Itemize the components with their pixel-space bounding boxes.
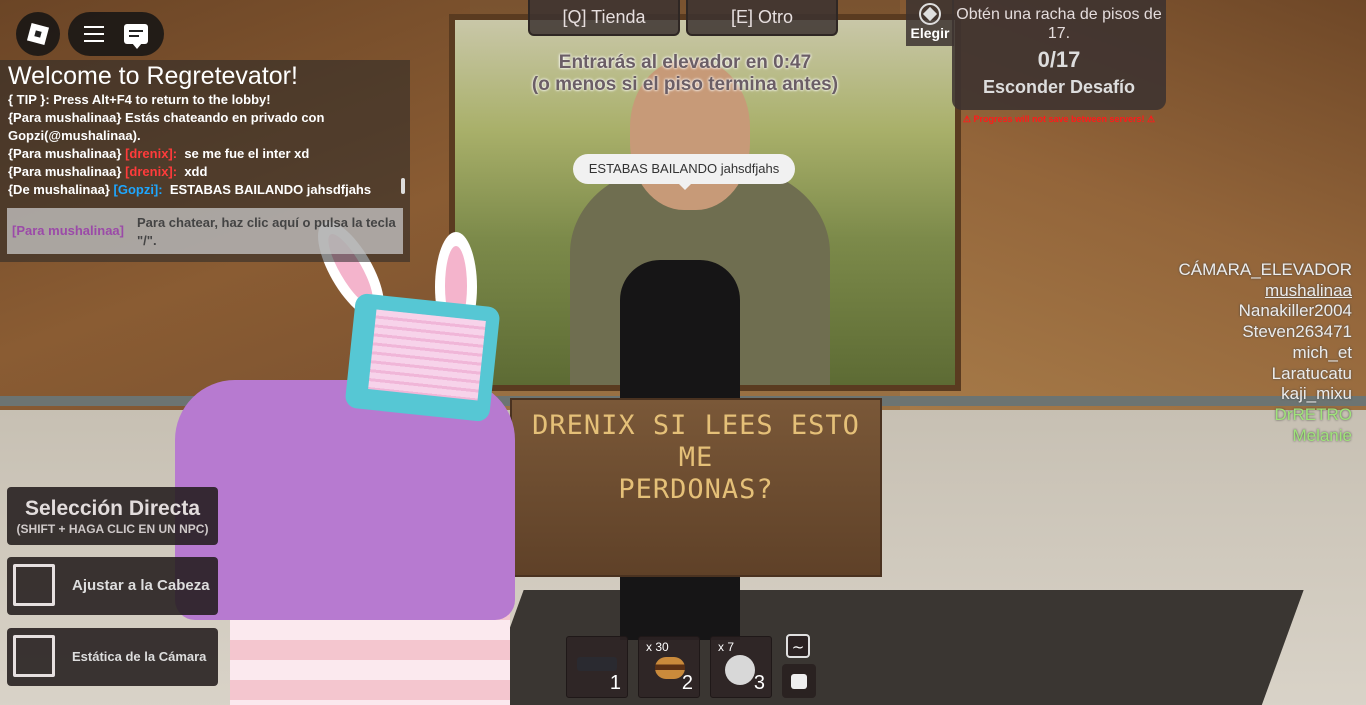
- hotbar-slot-1[interactable]: 1: [566, 636, 628, 698]
- roblox-menu-button[interactable]: [16, 12, 60, 56]
- moon-orb-icon: [725, 655, 755, 685]
- hide-challenge-button[interactable]: Esconder Desafío: [952, 77, 1166, 98]
- chat-scrollbar[interactable]: [401, 178, 405, 194]
- slot-number: 3: [753, 672, 765, 694]
- chat-messages: { TIP }: Press Alt+F4 to return to the l…: [8, 91, 400, 199]
- slot-number: 2: [681, 672, 693, 694]
- hamburger-menu-icon[interactable]: [84, 26, 104, 42]
- camera-static-checkbox[interactable]: [13, 635, 55, 677]
- chat-bubble: ESTABAS BAILANDO jahsdfjahs: [573, 154, 795, 190]
- chat-toggle-icon[interactable]: [124, 24, 148, 49]
- player-list-item[interactable]: kaji_mixu: [1178, 384, 1352, 405]
- chat-message: {Para mushalinaa} [drenix]: xdd: [8, 164, 208, 179]
- hotbar-slot-3[interactable]: x 7 3: [710, 636, 772, 698]
- roblox-logo-icon: [26, 22, 50, 46]
- player-list: CÁMARA_ELEVADOR mushalinaa Nanakiller200…: [1178, 260, 1352, 446]
- direct-select-panel[interactable]: Selección Directa (SHIFT + HAGA CLIC EN …: [7, 487, 218, 545]
- chat-window: Welcome to Regretevator! { TIP }: Press …: [0, 60, 410, 262]
- hotbar-slot-2[interactable]: x 30 2: [638, 636, 700, 698]
- chat-whisper-target: [Para mushalinaa]: [12, 223, 124, 238]
- head-snap-checkbox[interactable]: [13, 564, 55, 606]
- avatar-face-screen: [368, 309, 486, 401]
- wooden-sign: DRENIX SI LEES ESTO ME PERDONAS?: [510, 398, 882, 577]
- elevator-timer-line: Entrarás al elevador en 0:47: [558, 52, 812, 73]
- gun-icon: [577, 657, 617, 671]
- item-count: x 30: [646, 640, 669, 654]
- head-snap-option[interactable]: Ajustar a la Cabeza: [7, 557, 218, 615]
- chat-message: {De mushalinaa} [Gopzi]: ESTABAS BAILAND…: [8, 182, 372, 197]
- player-list-item[interactable]: mich_et: [1178, 343, 1352, 364]
- chat-input-placeholder: Para chatear, haz clic aquí o pulsa la t…: [137, 215, 396, 248]
- backpack-icon[interactable]: [782, 664, 816, 698]
- challenge-progress: 0/17: [1037, 47, 1081, 72]
- chat-input[interactable]: [Para mushalinaa] Para chatear, haz clic…: [7, 208, 403, 254]
- other-tab-button[interactable]: [E] Otro: [686, 0, 838, 36]
- challenge-text: Obtén una racha de pisos de 17.: [956, 6, 1162, 42]
- chat-message: { TIP }: Press Alt+F4 to return to the l…: [8, 92, 271, 107]
- head-snap-label: Ajustar a la Cabeza: [72, 577, 210, 594]
- player-list-item[interactable]: Steven263471: [1178, 322, 1352, 343]
- camera-static-label: Estática de la Cámara: [72, 649, 207, 664]
- elevator-timer-note: (o menos si el piso termina antes): [531, 74, 839, 95]
- elevator-timer: Entrarás al elevador en 0:47 (o menos si…: [460, 52, 910, 96]
- select-icon: [919, 3, 941, 25]
- slot-number: 1: [609, 672, 621, 694]
- player-list-item[interactable]: CÁMARA_ELEVADOR: [1178, 260, 1352, 281]
- player-list-item[interactable]: mushalinaa: [1178, 281, 1352, 302]
- shop-tab-button[interactable]: [Q] Tienda: [528, 0, 680, 36]
- direct-select-hint: (SHIFT + HAGA CLIC EN UN NPC): [16, 522, 209, 536]
- top-tabs: [Q] Tienda [E] Otro: [528, 0, 838, 36]
- backpack-controls: ~: [782, 634, 816, 698]
- roblox-topbar: [16, 12, 164, 56]
- sign-text: DRENIX SI LEES ESTO ME PERDONAS?: [512, 410, 880, 506]
- chat-message: {Para mushalinaa} Estás chateando en pri…: [8, 110, 325, 143]
- elegir-label: Elegir: [910, 25, 950, 41]
- progress-warning: ⚠ Progress will not save between servers…: [962, 114, 1156, 124]
- topbar-pill: [68, 12, 164, 56]
- item-count: x 7: [718, 640, 735, 654]
- player-list-item[interactable]: Nanakiller2004: [1178, 301, 1352, 322]
- chat-message: {Para mushalinaa} [drenix]: se me fue el…: [8, 146, 310, 161]
- player-list-item[interactable]: DrRETRO: [1178, 405, 1352, 426]
- sign-line-1: DRENIX SI LEES ESTO ME: [532, 410, 860, 473]
- camera-static-option[interactable]: Estática de la Cámara: [7, 628, 218, 686]
- player-list-item[interactable]: Melanie: [1178, 426, 1352, 447]
- burger-icon: [655, 657, 685, 679]
- challenge-panel: Obtén una racha de pisos de 17. 0/17 Esc…: [952, 0, 1166, 110]
- direct-select-title: Selección Directa: [24, 497, 201, 520]
- sign-line-2: PERDONAS?: [618, 474, 774, 505]
- chat-welcome-title: Welcome to Regretevator!: [8, 62, 298, 90]
- player-list-item[interactable]: Laratucatu: [1178, 364, 1352, 385]
- hotbar: 1 x 30 2 x 7 3: [566, 636, 772, 698]
- tilde-key-button[interactable]: ~: [786, 634, 810, 658]
- elegir-button[interactable]: Elegir: [906, 0, 954, 46]
